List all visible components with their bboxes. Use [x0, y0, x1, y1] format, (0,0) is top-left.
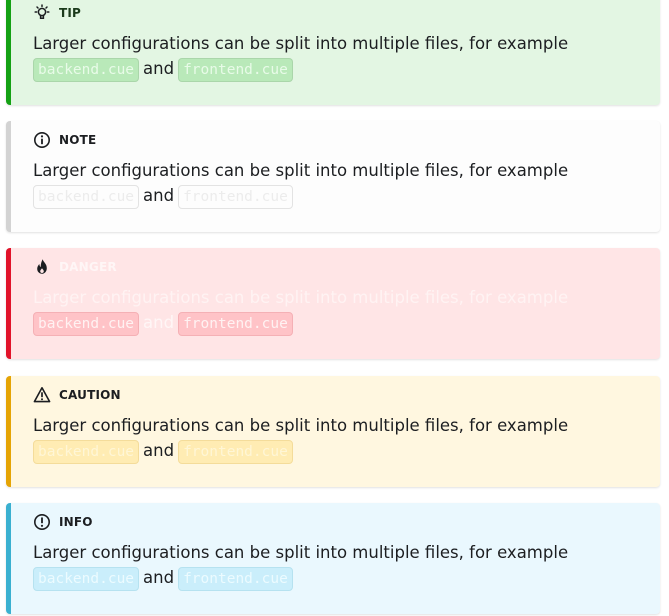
- admonition-heading: TIP: [33, 4, 81, 22]
- connector-text: and: [143, 186, 175, 205]
- admonition-content: Larger configurations can be split into …: [33, 31, 633, 82]
- inline-code-backend: backend.cue: [33, 57, 140, 82]
- inline-code-backend: backend.cue: [33, 311, 140, 336]
- info-circle-icon: [33, 513, 51, 531]
- admonition-content: Larger configurations can be split into …: [33, 540, 633, 591]
- info-circle-icon: [33, 131, 51, 149]
- admonition-caution: CAUTION Larger configurations can be spl…: [6, 376, 660, 487]
- admonition-text: Larger configurations can be split into …: [33, 416, 569, 435]
- flame-icon: [33, 258, 51, 276]
- admonition-text: Larger configurations can be split into …: [33, 543, 569, 562]
- inline-code-backend: backend.cue: [33, 439, 140, 464]
- admonition-heading: DANGER: [33, 258, 117, 276]
- admonition-file-line: backend.cue and frontend.cue: [33, 56, 633, 82]
- admonition-file-line: backend.cue and frontend.cue: [33, 183, 633, 209]
- admonition-content: Larger configurations can be split into …: [33, 413, 633, 464]
- warning-triangle-icon: [33, 386, 51, 404]
- admonition-text: Larger configurations can be split into …: [33, 288, 569, 307]
- admonition-file-line: backend.cue and frontend.cue: [33, 565, 633, 591]
- inline-code-backend: backend.cue: [33, 184, 140, 209]
- admonition-title: CAUTION: [59, 388, 121, 402]
- admonition-text: Larger configurations can be split into …: [33, 161, 569, 180]
- connector-text: and: [143, 313, 175, 332]
- admonition-danger: DANGER Larger configurations can be spli…: [6, 248, 660, 359]
- admonition-text: Larger configurations can be split into …: [33, 34, 569, 53]
- connector-text: and: [143, 568, 175, 587]
- admonition-heading: NOTE: [33, 131, 96, 149]
- inline-code-frontend: frontend.cue: [178, 184, 293, 209]
- admonition-stack: TIP Larger configurations can be split i…: [0, 0, 669, 616]
- admonition-file-line: backend.cue and frontend.cue: [33, 438, 633, 464]
- admonition-note: NOTE Larger configurations can be split …: [6, 121, 660, 232]
- admonition-title: INFO: [59, 515, 93, 529]
- connector-text: and: [143, 441, 175, 460]
- admonition-title: DANGER: [59, 260, 117, 274]
- admonition-tip: TIP Larger configurations can be split i…: [6, 0, 660, 105]
- inline-code-frontend: frontend.cue: [178, 439, 293, 464]
- connector-text: and: [143, 59, 175, 78]
- inline-code-frontend: frontend.cue: [178, 566, 293, 591]
- admonition-content: Larger configurations can be split into …: [33, 158, 633, 209]
- admonition-content: Larger configurations can be split into …: [33, 285, 633, 336]
- admonition-file-line: backend.cue and frontend.cue: [33, 310, 633, 336]
- lightbulb-icon: [33, 4, 51, 22]
- inline-code-frontend: frontend.cue: [178, 57, 293, 82]
- admonition-title: NOTE: [59, 133, 97, 147]
- inline-code-backend: backend.cue: [33, 566, 140, 591]
- inline-code-frontend: frontend.cue: [178, 311, 293, 336]
- admonition-title: TIP: [59, 6, 82, 20]
- admonition-info: INFO Larger configurations can be split …: [6, 503, 660, 614]
- admonition-heading: CAUTION: [33, 386, 121, 404]
- admonition-heading: INFO: [33, 513, 93, 531]
